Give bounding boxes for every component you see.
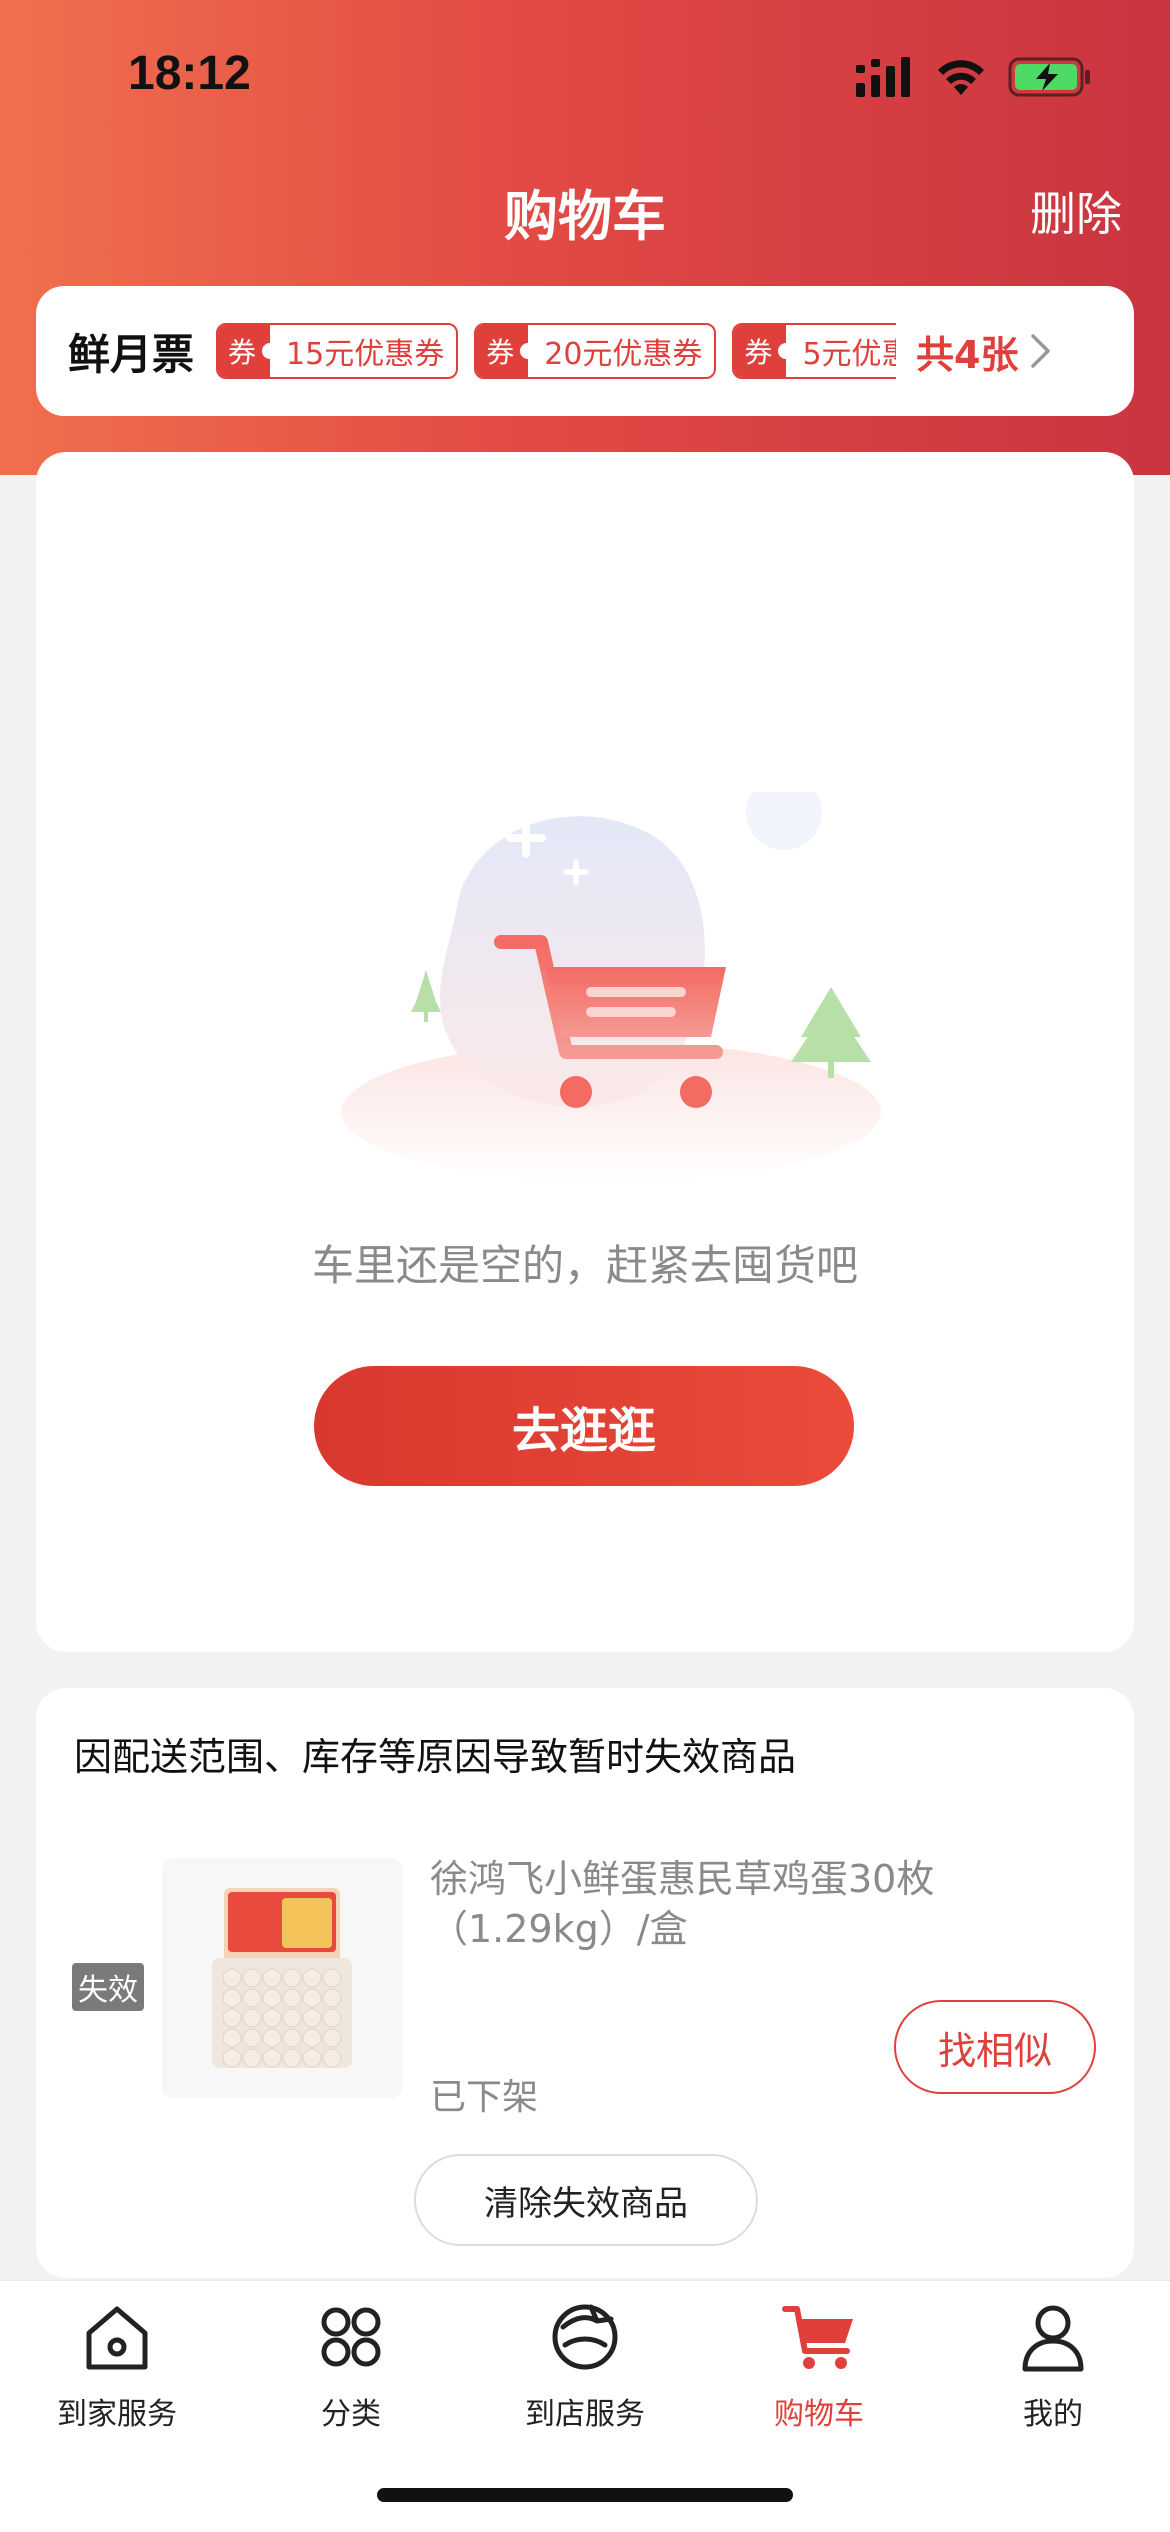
cart-icon (782, 2306, 853, 2369)
tab-label: 到家服务 (57, 2397, 177, 2432)
tab-label: 购物车 (774, 2397, 864, 2432)
tab-label: 到店服务 (525, 2397, 645, 2432)
invalid-badge: 失效 (72, 1963, 144, 2011)
coupon-card[interactable]: 鲜月票 券 15元优惠券 券 20元优惠券 券 5元优惠 共4张 (36, 286, 1134, 416)
empty-cart-message: 车里还是空的，赶紧去囤货吧 (311, 1241, 858, 1290)
coupon-list: 券 15元优惠券 券 20元优惠券 券 5元优惠 (216, 323, 897, 379)
coupon-chip[interactable]: 券 15元优惠券 (216, 323, 459, 379)
profile-icon (1022, 2305, 1084, 2372)
tab-cart[interactable]: 购物车 (702, 2297, 936, 2447)
invalid-items-heading: 因配送范围、库存等原因导致暂时失效商品 (74, 1735, 797, 1779)
wifi-icon (938, 60, 984, 95)
page-title: 购物车 (504, 185, 666, 248)
find-similar-button[interactable]: 找相似 (894, 2000, 1096, 2094)
coupon-text: 15元优惠券 (286, 337, 445, 372)
empty-cart-card: 车里还是空的，赶紧去囤货吧 去逛逛 (36, 452, 1134, 1652)
coupon-text: 5元优惠 (802, 337, 896, 372)
home-icon (86, 2306, 148, 2370)
product-status: 已下架 (430, 2077, 539, 2118)
coupon-text: 20元优惠券 (544, 337, 703, 372)
tab-home-service[interactable]: 到家服务 (0, 2297, 234, 2447)
coupon-total[interactable]: 共4张 (916, 324, 1052, 379)
status-time: 18:12 (128, 47, 251, 100)
status-icons (856, 52, 1092, 102)
battery-charging-icon (1008, 57, 1090, 97)
status-bar: 18:12 (0, 0, 1170, 150)
product-title[interactable]: 徐鸿飞小鲜蛋惠民草鸡蛋30枚（1.29kg）/盒 (430, 1854, 1070, 1954)
category-icon (321, 2307, 381, 2367)
coupon-chip[interactable]: 券 20元优惠券 (474, 323, 717, 379)
empty-cart-illustration-icon (341, 792, 881, 1182)
delete-button[interactable]: 删除 (1030, 178, 1122, 244)
tab-category[interactable]: 分类 (234, 2297, 468, 2447)
cellular-signal-icon (856, 57, 910, 97)
tab-store-service[interactable]: 到店服务 (468, 2297, 702, 2447)
coupon-section-label: 鲜月票 (68, 329, 195, 379)
chevron-right-icon (1031, 334, 1051, 368)
coupon-tag: 券 (734, 325, 795, 377)
tab-label: 分类 (321, 2397, 381, 2432)
invalid-items-card: 因配送范围、库存等原因导致暂时失效商品 失效 徐鸿飞小鲜蛋惠民草鸡蛋30枚（1.… (36, 1688, 1134, 2278)
home-indicator (377, 2488, 793, 2502)
tab-label: 我的 (1023, 2397, 1083, 2432)
coupon-tag: 券 (218, 325, 279, 377)
tab-profile[interactable]: 我的 (936, 2297, 1170, 2447)
title-bar: 购物车 删除 (0, 160, 1170, 250)
go-shopping-button[interactable]: 去逛逛 (314, 1366, 854, 1486)
coupon-total-label: 共4张 (916, 332, 1019, 377)
store-service-icon (552, 2304, 618, 2370)
egg-box-image (212, 1888, 352, 2068)
clear-invalid-button[interactable]: 清除失效商品 (414, 2154, 758, 2246)
coupon-tag: 券 (476, 325, 537, 377)
product-image[interactable] (162, 1858, 402, 2098)
coupon-chip[interactable]: 券 5元优惠 (732, 323, 897, 379)
